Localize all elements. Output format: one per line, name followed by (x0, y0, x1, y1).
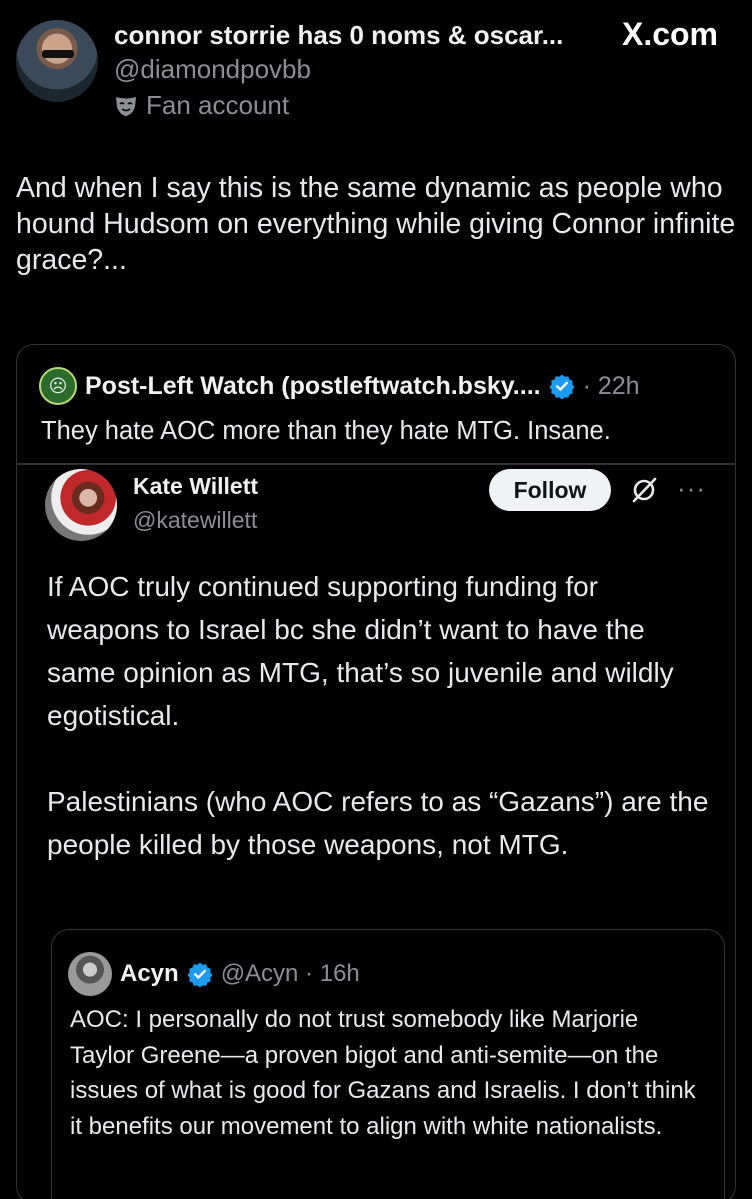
inner-quoted-post-header: Acyn @Acyn · 16h (68, 952, 360, 996)
nested-post-paragraph: Palestinians (who AOC refers to as “Gaza… (47, 786, 709, 860)
nested-post-text: If AOC truly continued supporting fundin… (47, 565, 717, 866)
verified-badge-icon (187, 962, 213, 987)
post-text: And when I say this is the same dynamic … (16, 172, 736, 276)
fan-account-label: Fan account (146, 90, 290, 120)
site-watermark: X.com (621, 16, 718, 52)
nested-post-paragraph: If AOC truly continued supporting fundin… (47, 571, 674, 731)
divider (17, 463, 735, 465)
more-options-icon[interactable]: ··· (677, 473, 706, 504)
inner-author-handle-time: @Acyn · 16h (220, 960, 360, 987)
nested-author-name[interactable]: Kate Willett (133, 473, 258, 500)
fan-account-badge: Fan account (114, 90, 289, 121)
quoted-post-time: · 22h (582, 371, 640, 400)
follow-button[interactable]: Follow (489, 469, 611, 511)
inner-author-avatar[interactable] (68, 952, 112, 996)
grok-icon[interactable] (629, 475, 659, 505)
inner-quoted-post[interactable]: Acyn @Acyn · 16h AOC: I personally do no… (51, 929, 725, 1199)
quoted-post-header: ☹ Post-Left Watch (postleftwatch.bsky...… (39, 367, 640, 405)
author-handle[interactable]: @diamondpovbb (114, 54, 311, 85)
quoted-author-avatar[interactable]: ☹ (39, 367, 77, 405)
post-header: connor storrie has 0 noms & oscar... X.c… (0, 0, 752, 130)
quoted-post-text: They hate AOC more than they hate MTG. I… (41, 417, 611, 445)
nested-author-handle[interactable]: @katewillett (133, 507, 257, 534)
inner-quoted-post-text: AOC: I personally do not trust somebody … (70, 1006, 696, 1140)
author-avatar[interactable] (16, 20, 98, 102)
mask-icon (116, 96, 136, 116)
quoted-post[interactable]: ☹ Post-Left Watch (postleftwatch.bsky...… (16, 344, 736, 1199)
author-display-name[interactable]: connor storrie has 0 noms & oscar... (114, 20, 563, 51)
verified-badge-icon (549, 374, 575, 399)
nested-author-avatar[interactable] (45, 469, 117, 541)
quoted-author-name[interactable]: Post-Left Watch (postleftwatch.bsky.... (85, 372, 541, 401)
inner-author-name[interactable]: Acyn (120, 960, 179, 988)
